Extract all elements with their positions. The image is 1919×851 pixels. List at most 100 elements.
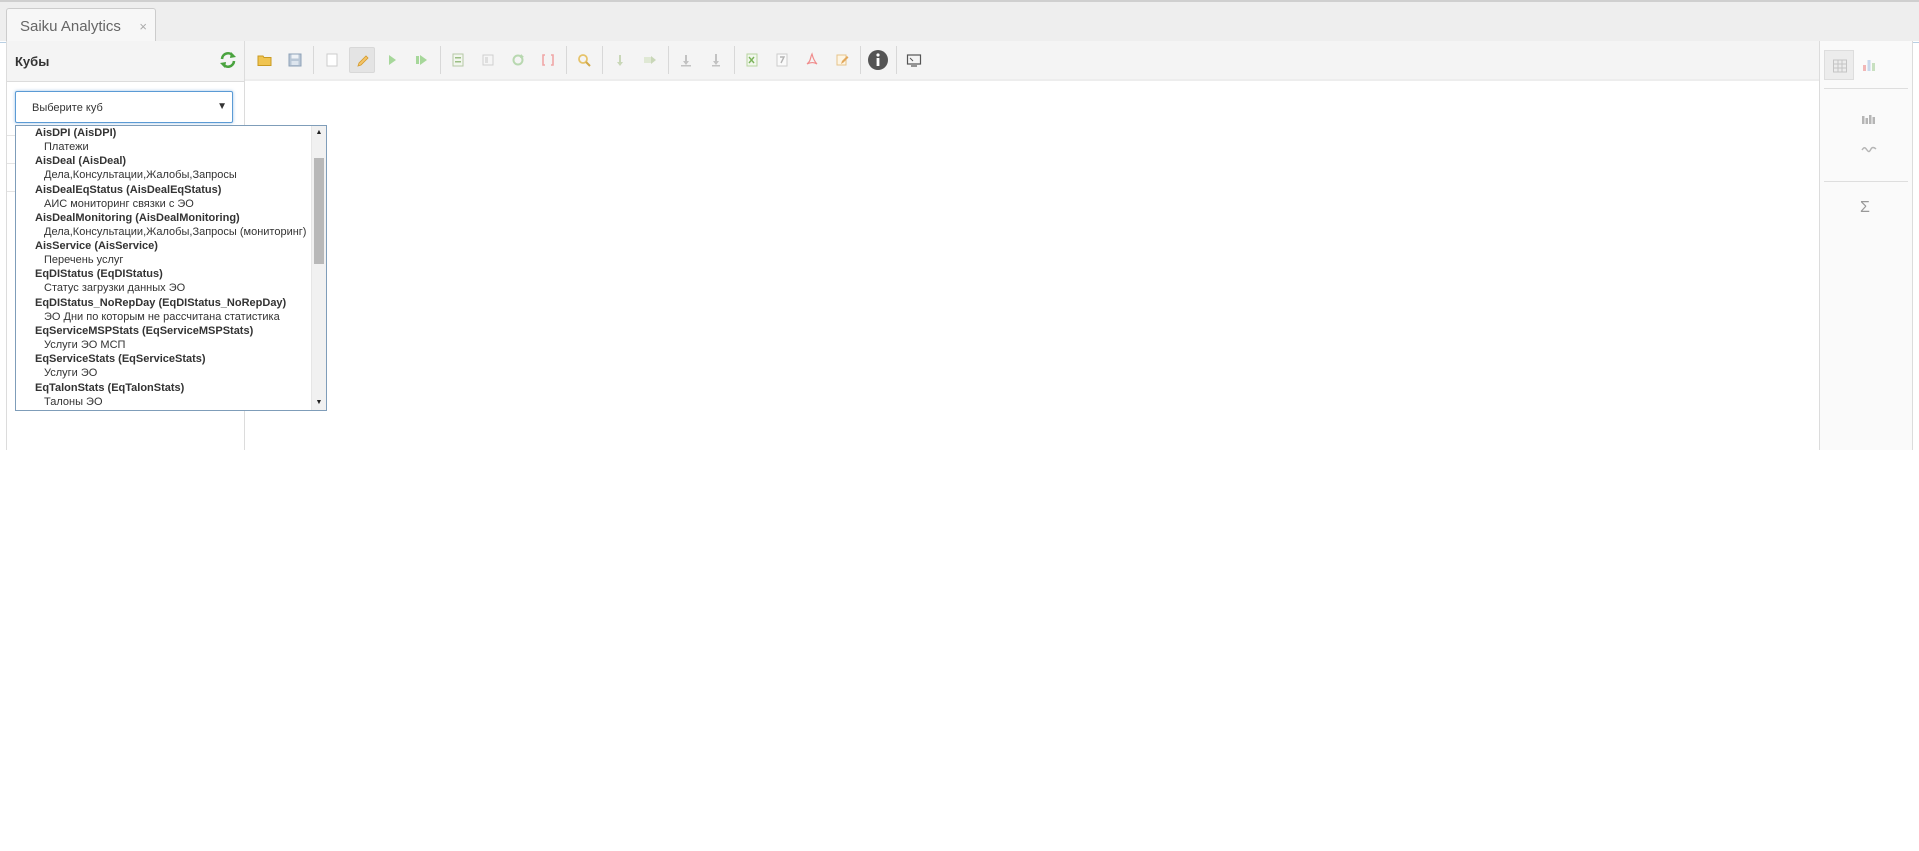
drillthrough-button[interactable] [607, 47, 633, 73]
cube-option[interactable]: Платежи [16, 140, 312, 154]
sidebar-title: Кубы [15, 54, 50, 69]
export-csv-button[interactable] [769, 47, 795, 73]
scroll-up-icon[interactable]: ▲ [312, 126, 326, 140]
save-icon [288, 53, 302, 67]
cube-group-label: AisService (AisService) [35, 240, 158, 253]
dropdown-scrollbar[interactable]: ▲ ▼ [311, 126, 326, 410]
chevron-down-icon: ▼ [217, 101, 227, 112]
cube-group: EqTalonStats (EqTalonStats) Талоны ЭО [16, 381, 312, 409]
toolbar-separator [313, 46, 314, 74]
fields-icon [452, 53, 464, 67]
cube-group-label: EqServiceMSPStats (EqServiceMSPStats) [35, 325, 254, 338]
line-chart-icon [1861, 146, 1877, 153]
refresh-icon[interactable] [218, 50, 238, 70]
cube-option[interactable]: Перечень услуг [16, 253, 312, 267]
cube-dropdown-list[interactable]: AisDPI (AisDPI) Платежи AisDeal (AisDeal… [15, 125, 327, 411]
toggle-fields-button[interactable] [445, 47, 471, 73]
close-icon[interactable]: × [139, 19, 147, 34]
line-chart-button[interactable] [1854, 133, 1884, 163]
edit-doc-icon [836, 54, 849, 66]
cube-option[interactable]: Дела,Консультации,Жалобы,Запросы [16, 168, 312, 182]
query-settings-button[interactable] [829, 47, 855, 73]
folder-icon [257, 55, 272, 66]
cube-group: EqDIStatus_NoRepDay (EqDIStatus_NoRepDay… [16, 296, 312, 324]
save-query-button[interactable] [282, 47, 308, 73]
toolbar-separator [566, 46, 567, 74]
cube-option[interactable]: Талоны ЭО [16, 395, 312, 409]
sum-icon[interactable]: Σ [1860, 199, 1870, 217]
drillthrough-export-button[interactable] [637, 47, 663, 73]
export-pdf-button[interactable] [799, 47, 825, 73]
stacked-bar-icon [1862, 115, 1875, 124]
cube-group: AisDeal (AisDeal) Дела,Консультации,Жало… [16, 154, 312, 182]
swap-icon [512, 54, 524, 66]
cube-group: AisDealMonitoring (AisDealMonitoring) Де… [16, 211, 312, 239]
cube-option[interactable]: Услуги ЭО МСП [16, 338, 312, 352]
cube-option[interactable]: АИС мониторинг связки с ЭО [16, 197, 312, 211]
cube-options: AisDPI (AisDPI) Платежи AisDeal (AisDeal… [16, 126, 312, 409]
divider [1824, 88, 1908, 89]
layout-icon [482, 54, 494, 66]
pencil-icon [357, 55, 369, 67]
tab-saiku-analytics[interactable]: Saiku Analytics × [6, 8, 156, 43]
cube-option[interactable]: Дела,Консультации,Жалобы,Запросы (монито… [16, 225, 312, 239]
toggle-sidebar-button[interactable] [475, 47, 501, 73]
toolbar-separator [668, 46, 669, 74]
tab-bar: Saiku Analytics × [0, 0, 1919, 43]
toolbar-separator [734, 46, 735, 74]
drill-across-button[interactable] [673, 47, 699, 73]
info-button[interactable] [865, 47, 891, 73]
csv-icon [776, 53, 788, 67]
cube-group: AisService (AisService) Перечень услуг [16, 239, 312, 267]
cube-group: EqServiceMSPStats (EqServiceMSPStats) Ус… [16, 324, 312, 352]
cube-option[interactable]: ЭО Дни по которым не рассчитана статисти… [16, 310, 312, 324]
excel-icon [746, 53, 758, 67]
divider [1824, 181, 1908, 182]
explain-query-button[interactable] [703, 47, 729, 73]
sidebar-header: Кубы [7, 41, 244, 82]
toolbar-separator [896, 46, 897, 74]
play-icon [389, 55, 396, 65]
chart-mode-button[interactable] [1854, 50, 1884, 80]
cube-group-label: EqDIStatus_NoRepDay (EqDIStatus_NoRepDay… [35, 296, 287, 309]
cube-option[interactable]: Услуги ЭО [16, 366, 312, 380]
table-mode-button[interactable] [1824, 50, 1854, 80]
run-query-button[interactable] [379, 47, 405, 73]
bar-chart-icon [1863, 60, 1875, 71]
cube-select[interactable]: Выберите куб ▼ [15, 91, 233, 123]
scrollbar-thumb[interactable] [314, 158, 324, 264]
cube-group-label: EqTalonStats (EqTalonStats) [35, 381, 185, 394]
play-forward-icon [416, 55, 427, 65]
cube-group: AisDPI (AisDPI) Платежи [16, 126, 312, 154]
magnifier-icon [578, 54, 591, 67]
scroll-down-icon[interactable]: ▼ [312, 396, 326, 410]
toolbar-bottom-line [245, 79, 1819, 81]
cube-group-label: AisDealEqStatus (AisDealEqStatus) [35, 183, 222, 196]
cube-group-label: AisDealMonitoring (AisDealMonitoring) [35, 211, 240, 224]
render-mode-panel: Σ [1819, 41, 1912, 450]
cube-group: AisDealEqStatus (AisDealEqStatus) АИС мо… [16, 183, 312, 211]
toolbar-separator [860, 46, 861, 74]
new-query-button[interactable] [319, 47, 345, 73]
export-xls-button[interactable] [739, 47, 765, 73]
cube-group-label: EqServiceStats (EqServiceStats) [35, 353, 206, 366]
swap-axes-button[interactable] [505, 47, 531, 73]
open-query-button[interactable] [252, 47, 278, 73]
edit-query-button[interactable] [349, 47, 375, 73]
arrow-down-icon [617, 55, 623, 66]
download-icon [712, 54, 720, 67]
cube-select-value: Выберите куб [32, 102, 103, 114]
toolbar-separator [602, 46, 603, 74]
zoom-mode-button[interactable] [571, 47, 597, 73]
fullscreen-button[interactable] [901, 47, 927, 73]
workspace: Кубы Выберите куб ▼ AisDPI (AisDPI) Плат… [6, 41, 1913, 450]
cube-option[interactable]: Статус загрузки данных ЭО [16, 281, 312, 295]
stacked-bar-button[interactable] [1854, 103, 1884, 133]
cube-group: EqDIStatus (EqDIStatus) Статус загрузки … [16, 267, 312, 295]
non-empty-button[interactable] [535, 47, 561, 73]
cube-group-label: AisDPI (AisDPI) [35, 127, 117, 139]
auto-run-button[interactable] [409, 47, 435, 73]
page-icon [326, 53, 338, 67]
pdf-icon [806, 52, 818, 65]
query-toolbar [245, 41, 1819, 80]
